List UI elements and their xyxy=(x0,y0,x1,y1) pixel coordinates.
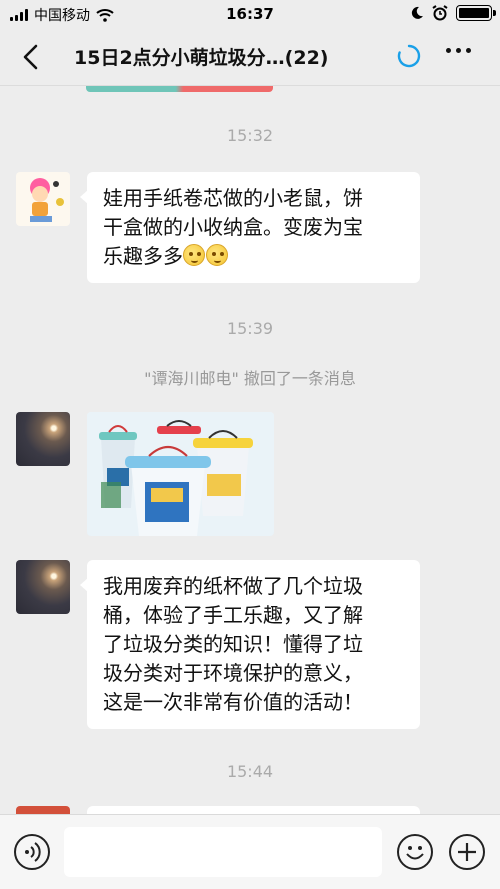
message-line: 了垃圾分类的知识！懂得了垃 xyxy=(103,632,363,656)
message-input[interactable] xyxy=(64,827,382,877)
chat-title: 15日2点分小萌垃圾分…(22) xyxy=(74,47,329,69)
message-line: 乐趣多多 xyxy=(103,242,404,271)
message-line: 娃用手纸卷芯做的小老鼠，饼 xyxy=(103,186,363,210)
emoji-button[interactable] xyxy=(397,834,433,870)
more-actions-button[interactable] xyxy=(449,834,485,870)
loading-spinner-icon xyxy=(397,44,421,68)
message-line-text: 乐趣多多 xyxy=(103,244,183,268)
message-line: 这是一次非常有价值的活动！ xyxy=(103,690,363,714)
message-bubble[interactable] xyxy=(87,806,420,814)
message-bubble[interactable]: 娃用手纸卷芯做的小老鼠，饼 干盒做的小收纳盒。变废为宝 乐趣多多 xyxy=(80,172,420,283)
voice-button[interactable] xyxy=(14,834,50,870)
recall-notice: "谭海川邮电" 撤回了一条消息 xyxy=(144,369,356,388)
avatar[interactable] xyxy=(16,560,70,614)
cartoon-avatar-icon xyxy=(30,178,64,222)
chat-area[interactable]: 15:32 娃用手纸卷芯做的小老鼠，饼 干盒做的小收纳盒。变废为宝 乐趣多多 1… xyxy=(0,86,500,814)
smile-emoji-icon xyxy=(206,244,228,266)
status-bar: 中国移动 16:37 xyxy=(0,0,500,28)
message-line: 桶，体验了手工乐趣，又了解 xyxy=(103,603,363,627)
plus-icon xyxy=(458,843,476,861)
emoji-icon xyxy=(406,846,424,860)
moon-icon xyxy=(411,6,423,19)
message-line: 我用废弃的纸杯做了几个垃圾 xyxy=(103,574,363,598)
message-line: 圾分类对于环境保护的意义， xyxy=(103,661,363,685)
message-bubble[interactable]: 我用废弃的纸杯做了几个垃圾 桶，体验了手工乐趣，又了解 了垃圾分类的知识！懂得了… xyxy=(80,560,420,729)
battery-icon xyxy=(456,5,496,21)
timestamp: 15:44 xyxy=(226,762,274,781)
avatar[interactable] xyxy=(16,172,70,226)
smile-emoji-icon xyxy=(183,244,205,266)
alarm-icon xyxy=(432,5,448,21)
timestamp: 15:39 xyxy=(226,319,274,338)
nav-bar: 15日2点分小萌垃圾分…(22) xyxy=(0,28,500,86)
more-options-button[interactable] xyxy=(446,48,471,53)
avatar[interactable] xyxy=(16,806,70,814)
voice-icon xyxy=(25,842,41,862)
paper-cup-bins-image xyxy=(87,412,274,536)
back-button[interactable] xyxy=(18,42,44,72)
message-line: 干盒做的小收纳盒。变废为宝 xyxy=(103,215,363,239)
status-right xyxy=(410,5,496,21)
input-bar xyxy=(0,814,500,889)
timestamp: 15:32 xyxy=(226,126,274,145)
photo-message[interactable] xyxy=(87,412,274,536)
avatar[interactable] xyxy=(16,412,70,466)
partial-photo[interactable] xyxy=(86,86,273,92)
